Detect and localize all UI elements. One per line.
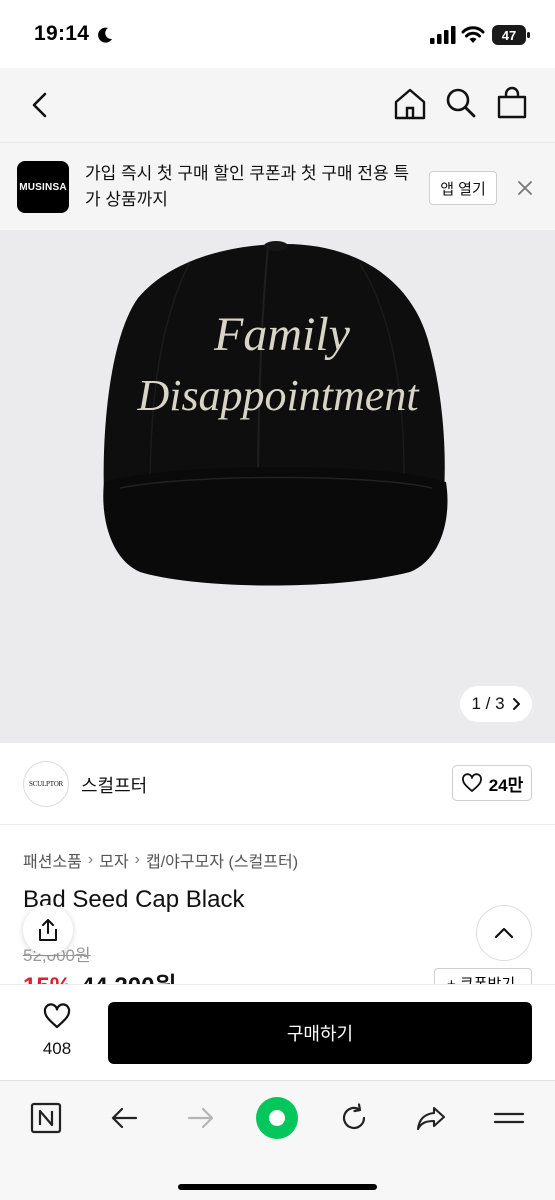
purchase-bar: 408 구매하기 <box>0 984 555 1080</box>
naver-tab-button[interactable] <box>26 1101 66 1135</box>
wifi-icon <box>461 26 485 43</box>
naver-n-icon <box>30 1102 62 1134</box>
cellular-signal-icon <box>430 26 456 44</box>
scroll-to-top-button[interactable] <box>476 905 532 961</box>
browser-toolbar <box>0 1080 555 1200</box>
battery-icon: 47 <box>492 25 530 45</box>
image-counter[interactable]: 1 / 3 <box>460 686 532 722</box>
image-counter-text: 1 / 3 <box>471 694 505 713</box>
menu-button[interactable] <box>489 1101 529 1135</box>
price-row: 15%44,200원 <box>23 966 177 986</box>
reload-button[interactable] <box>334 1101 374 1135</box>
buy-button[interactable]: 구매하기 <box>108 1002 532 1064</box>
breadcrumb-item[interactable]: 모자 <box>99 848 128 872</box>
share-page-button[interactable] <box>411 1101 451 1135</box>
battery-level: 47 <box>502 28 516 43</box>
wishlist-button[interactable]: 408 <box>30 1003 84 1059</box>
share-button[interactable] <box>23 905 73 955</box>
product-image-carousel[interactable]: Family Disappointment 1 / 3 <box>0 230 555 743</box>
coupon-button[interactable]: + 쿠폰받기 <box>434 968 532 984</box>
home-icon[interactable] <box>393 87 427 121</box>
search-icon[interactable] <box>445 87 477 119</box>
arrow-right-icon <box>187 1107 214 1129</box>
status-bar: 19:14 47 <box>0 0 555 68</box>
navigation-bar <box>0 68 555 248</box>
share-icon <box>39 919 57 941</box>
home-indicator <box>178 1184 377 1190</box>
cap-embroidery-line1: Family <box>213 308 351 361</box>
shopping-bag-icon[interactable] <box>496 86 528 120</box>
chevron-right-icon <box>512 698 520 710</box>
chevron-up-icon <box>494 927 514 939</box>
browser-back-button[interactable] <box>104 1101 144 1135</box>
brand-like-button[interactable]: 24만 <box>452 765 532 801</box>
chevron-right-icon: › <box>134 851 140 868</box>
brand-logo[interactable]: SCULPTOR <box>23 761 69 807</box>
naver-green-dot-button[interactable] <box>254 1095 300 1141</box>
hamburger-menu-icon <box>493 1112 525 1124</box>
reload-icon <box>342 1103 366 1130</box>
brand-row[interactable]: SCULPTOR 스컬프터 24만 <box>0 743 555 825</box>
chevron-right-icon: › <box>87 851 94 868</box>
back-arrow-icon[interactable] <box>26 90 54 120</box>
heart-icon <box>43 1003 71 1029</box>
breadcrumb: 패션소품 › 모자 › 캡/야구모자 (스컬프터) <box>23 848 298 872</box>
brand-name[interactable]: 스컬프터 <box>81 772 147 798</box>
status-time: 19:14 <box>34 22 90 45</box>
browser-forward-button[interactable] <box>181 1101 221 1135</box>
moon-icon <box>98 27 112 43</box>
app-install-banner: MUSINSA 가입 즉시 첫 구매 할인 쿠폰과 첫 구매 전용 특가 상품까… <box>0 142 555 230</box>
brand-like-count: 24만 <box>488 775 524 795</box>
green-dot-icon <box>256 1097 298 1139</box>
open-app-button[interactable]: 앱 열기 <box>429 171 497 205</box>
banner-message: 가입 즉시 첫 구매 할인 쿠폰과 첫 구매 전용 특가 상품까지 <box>85 164 410 209</box>
wish-count: 408 <box>42 1039 72 1058</box>
cap-embroidery-line2: Disappointment <box>136 371 420 420</box>
heart-icon <box>461 773 482 792</box>
breadcrumb-item[interactable]: 캡/야구모자 (스컬프터) <box>146 848 298 872</box>
close-icon[interactable] <box>516 179 534 197</box>
arrow-left-icon <box>111 1107 138 1129</box>
breadcrumb-item[interactable]: 패션소품 <box>23 848 82 872</box>
musinsa-logo: MUSINSA <box>17 161 69 213</box>
share-arrow-icon <box>416 1106 446 1131</box>
cap-image: Family Disappointment <box>103 241 448 586</box>
